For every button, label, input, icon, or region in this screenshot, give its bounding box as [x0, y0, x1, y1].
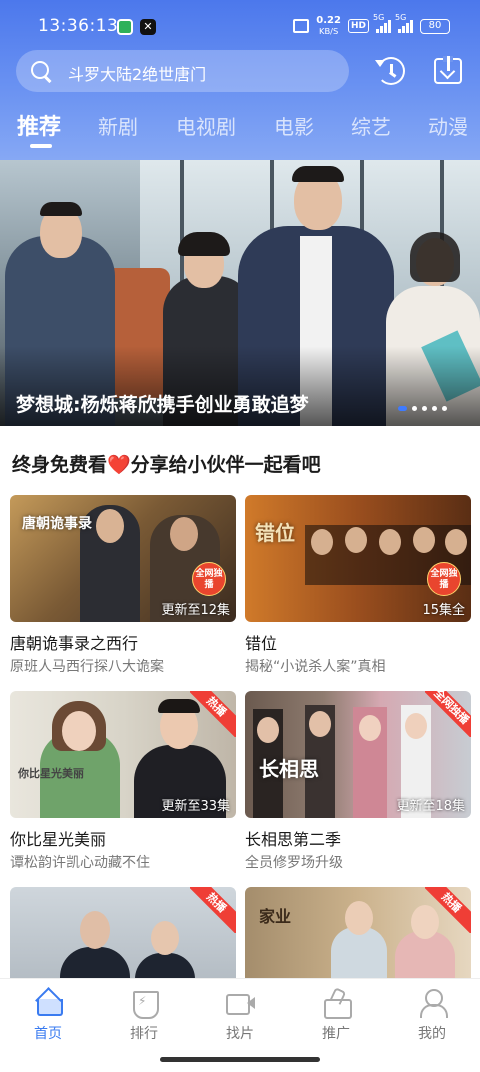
- exclusive-badge: 全网独播: [427, 562, 461, 596]
- hot-badge-label: 热播: [190, 691, 236, 737]
- signal-icon-2: 5G: [395, 13, 413, 33]
- show-logo: 唐朝诡事录: [22, 516, 92, 532]
- history-icon[interactable]: [375, 56, 406, 86]
- bottom-navigation: 首页 排行 找片 推广 我的: [0, 978, 480, 1052]
- video-thumbnail[interactable]: 唐朝诡事录 全网独播 更新至12集: [10, 495, 236, 622]
- tab-movies[interactable]: 电影: [274, 111, 314, 140]
- video-card[interactable]: 你比星光美丽 热播 更新至33集 你比星光美丽 谭松韵许凯心动藏不住: [10, 691, 236, 871]
- video-title: 错位: [245, 634, 278, 653]
- capcut-icon: ✕: [140, 19, 156, 35]
- download-icon[interactable]: [434, 56, 464, 86]
- show-logo: 你比星光美丽: [18, 767, 84, 780]
- video-camera-icon: [226, 989, 255, 1015]
- tab-variety[interactable]: 综艺: [351, 111, 391, 140]
- tab-anime[interactable]: 动漫: [428, 111, 468, 140]
- nav-ranking-label: 排行: [130, 1026, 158, 1042]
- video-subtitle: 全员修罗场升级: [245, 855, 343, 871]
- nav-ranking[interactable]: 排行: [114, 989, 174, 1043]
- network-speed-value: 0.22: [316, 15, 341, 26]
- hot-badge-label: 热播: [425, 887, 471, 933]
- exclusive-badge: 全网独播: [192, 562, 226, 596]
- video-thumbnail[interactable]: 长相思 全网独播 更新至18集: [245, 691, 471, 818]
- signal-icon: 5G: [373, 13, 391, 33]
- home-icon: [34, 989, 63, 1016]
- status-time: 13:36:13: [38, 16, 119, 36]
- nav-me-label: 我的: [418, 1026, 446, 1042]
- hot-badge-label: 热播: [190, 887, 236, 933]
- promote-icon: [322, 989, 352, 1019]
- banner-dot[interactable]: [432, 406, 437, 411]
- episode-status: 更新至33集: [161, 799, 230, 814]
- nav-find[interactable]: 找片: [210, 989, 270, 1043]
- hot-badge: 热播: [190, 691, 236, 737]
- video-subtitle: 原班人马西行探八大诡案: [10, 659, 164, 675]
- network-type-label: 5G: [373, 13, 385, 22]
- status-bar: 13:36:13 ✕ 0.22 KB/S HD 5G 5G 80: [0, 10, 480, 44]
- network-speed: 0.22 KB/S: [316, 15, 341, 37]
- video-card[interactable]: 长相思 全网独播 更新至18集 长相思第二季 全员修罗场升级: [245, 691, 471, 871]
- tab-tv-series[interactable]: 电视剧: [176, 111, 236, 140]
- banner-title: 梦想城:杨烁蒋欣携手创业勇敢追梦: [16, 394, 309, 416]
- video-subtitle: 谭松韵许凯心动藏不住: [10, 855, 150, 871]
- nav-promote-label: 推广: [322, 1026, 350, 1042]
- status-icons: 0.22 KB/S HD 5G 5G 80: [293, 13, 450, 38]
- video-subtitle: 揭秘“小说杀人案”真相: [245, 659, 386, 675]
- nav-home[interactable]: 首页: [18, 989, 78, 1043]
- nav-promote[interactable]: 推广: [306, 989, 366, 1043]
- hot-badge: 热播: [425, 887, 471, 933]
- ranking-icon: [130, 989, 159, 1019]
- tab-new-drama[interactable]: 新剧: [98, 111, 138, 140]
- tab-recommend[interactable]: 推荐: [17, 109, 61, 141]
- video-card[interactable]: 唐朝诡事录 全网独播 更新至12集 唐朝诡事录之西行 原班人马西行探八大诡案: [10, 495, 236, 675]
- show-logo: 家业: [259, 907, 292, 926]
- video-card[interactable]: 错位 全网独播 15集全 错位 揭秘“小说杀人案”真相: [245, 495, 471, 675]
- banner-dot[interactable]: [412, 406, 417, 411]
- exclusive-badge-label: 全网独播: [425, 691, 471, 737]
- search-icon: [30, 60, 52, 82]
- banner-pagination: [398, 406, 447, 411]
- episode-status: 15集全: [422, 603, 465, 618]
- search-placeholder: 斗罗大陆2绝世唐门: [68, 65, 207, 84]
- show-logo: 长相思: [259, 757, 319, 781]
- nav-me[interactable]: 我的: [402, 989, 462, 1043]
- tab-active-indicator: [30, 144, 52, 148]
- header: 13:36:13 ✕ 0.22 KB/S HD 5G 5G 80 斗罗大陆2绝世…: [0, 0, 480, 160]
- vibrate-icon: [293, 19, 310, 33]
- app-notification-icon: [117, 19, 133, 35]
- hd-voice-icon: HD: [347, 19, 369, 33]
- network-type-label-2: 5G: [395, 13, 407, 22]
- episode-status: 更新至18集: [396, 799, 465, 814]
- battery-icon: 80: [420, 18, 450, 34]
- video-title: 你比星光美丽: [10, 830, 107, 849]
- banner-dot[interactable]: [422, 406, 427, 411]
- profile-icon: [418, 989, 448, 1018]
- hot-badge: 热播: [190, 887, 236, 933]
- video-title: 唐朝诡事录之西行: [10, 634, 139, 653]
- home-indicator[interactable]: [160, 1057, 320, 1062]
- banner-dot-active[interactable]: [398, 406, 407, 411]
- episode-status: 更新至12集: [161, 603, 230, 618]
- search-bar[interactable]: 斗罗大陆2绝世唐门: [16, 50, 349, 92]
- nav-find-label: 找片: [226, 1026, 254, 1042]
- nav-home-label: 首页: [34, 1026, 62, 1042]
- video-thumbnail[interactable]: 你比星光美丽 热播 更新至33集: [10, 691, 236, 818]
- section-title: 终身免费看❤️分享给小伙伴一起看吧: [12, 454, 321, 476]
- app-screen: 13:36:13 ✕ 0.22 KB/S HD 5G 5G 80 斗罗大陆2绝世…: [0, 0, 480, 1072]
- video-title: 长相思第二季: [245, 830, 342, 849]
- category-tabs: 推荐 新剧 电视剧 电影 综艺 动漫: [0, 108, 480, 152]
- exclusive-badge: 全网独播: [425, 691, 471, 737]
- banner-dot[interactable]: [442, 406, 447, 411]
- network-speed-unit: KB/S: [319, 26, 339, 36]
- video-thumbnail[interactable]: 错位 全网独播 15集全: [245, 495, 471, 622]
- hero-banner[interactable]: 梦想城:杨烁蒋欣携手创业勇敢追梦: [0, 160, 480, 426]
- show-logo: 错位: [255, 521, 295, 545]
